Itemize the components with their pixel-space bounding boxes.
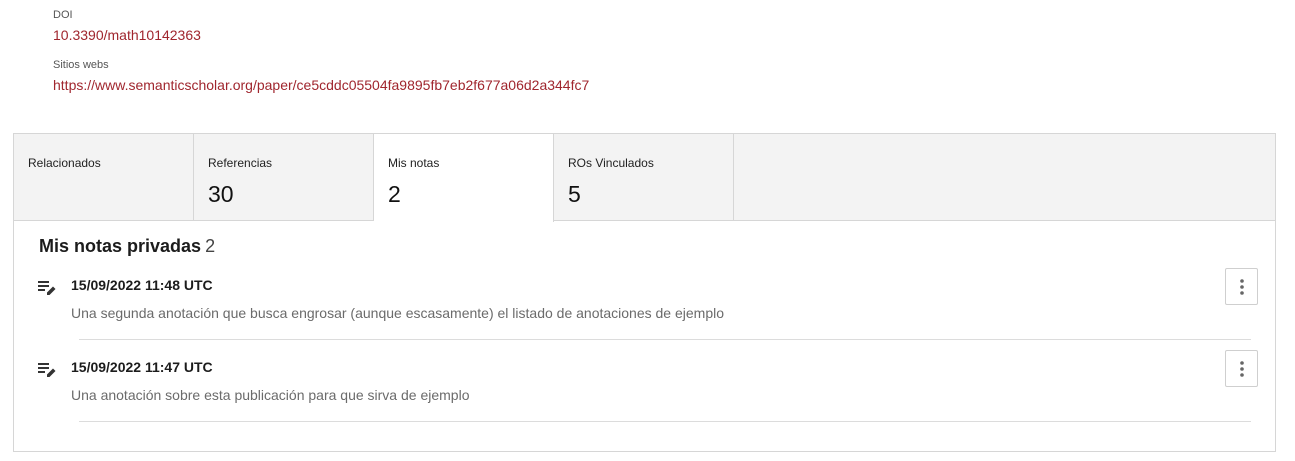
doi-field: DOI 10.3390/math10142363 <box>53 9 201 43</box>
more-vertical-icon <box>1239 360 1244 377</box>
tab-count: 2 <box>388 181 401 207</box>
note-text: Una segunda anotación que busca engrosar… <box>71 305 725 321</box>
website-link[interactable]: https://www.semanticscholar.org/paper/ce… <box>53 77 589 93</box>
tab-bar: Relacionados Referencias 30 Mis notas 2 … <box>14 134 1275 222</box>
note-date: 15/09/2022 11:48 UTC <box>71 277 213 293</box>
note-menu-button[interactable] <box>1225 268 1258 305</box>
note-menu-button[interactable] <box>1225 350 1258 387</box>
doi-link[interactable]: 10.3390/math10142363 <box>53 27 201 43</box>
doi-label: DOI <box>53 9 73 21</box>
notes-count: 2 <box>205 236 216 256</box>
note-item: 15/09/2022 11:48 UTC Una segunda anotaci… <box>14 268 1275 346</box>
tab-mis-notas[interactable]: Mis notas 2 <box>374 134 554 222</box>
notes-section-title: Mis notas privadas 2 <box>39 236 215 257</box>
divider <box>79 421 1251 422</box>
note-edit-icon <box>38 280 56 296</box>
tab-relacionados[interactable]: Relacionados <box>14 134 194 221</box>
tabs-panel: Relacionados Referencias 30 Mis notas 2 … <box>13 133 1276 452</box>
websites-field: Sitios webs https://www.semanticscholar.… <box>53 59 589 93</box>
note-edit-icon <box>38 362 56 378</box>
more-vertical-icon <box>1239 278 1244 295</box>
tab-count: 5 <box>568 181 581 207</box>
note-item: 15/09/2022 11:47 UTC Una anotación sobre… <box>14 350 1275 428</box>
tab-ros-vinculados[interactable]: ROs Vinculados 5 <box>554 134 734 221</box>
note-text: Una anotación sobre esta publicación par… <box>71 387 470 403</box>
websites-label: Sitios webs <box>53 59 109 71</box>
tab-referencias[interactable]: Referencias 30 <box>194 134 374 221</box>
tab-count: 30 <box>208 181 234 207</box>
divider <box>79 339 1251 340</box>
notes-title-text: Mis notas privadas <box>39 236 202 256</box>
tab-label: Mis notas <box>388 156 440 170</box>
tab-label: Referencias <box>208 156 273 170</box>
tab-label: ROs Vinculados <box>568 156 654 170</box>
note-date: 15/09/2022 11:47 UTC <box>71 359 213 375</box>
tab-label: Relacionados <box>28 156 101 170</box>
